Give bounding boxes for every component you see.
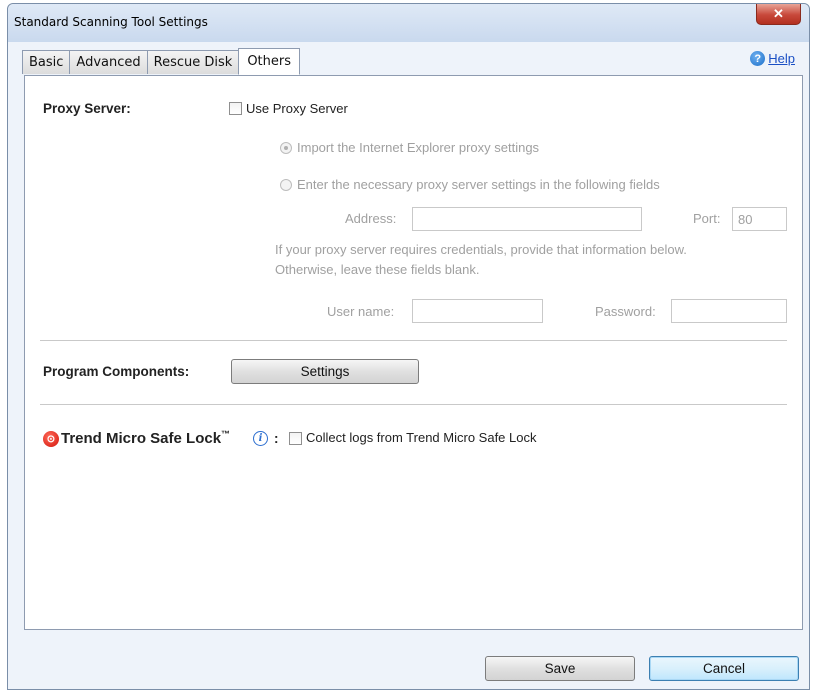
- use-proxy-checkbox[interactable]: [229, 102, 242, 115]
- username-field[interactable]: [412, 299, 543, 323]
- section-divider: [40, 404, 787, 405]
- others-tab-panel: Proxy Server: Use Proxy Server Import th…: [24, 75, 803, 630]
- password-label: Password:: [595, 304, 656, 319]
- info-icon[interactable]: i: [253, 431, 268, 446]
- settings-window: Standard Scanning Tool Settings ✕ Basic …: [7, 3, 810, 690]
- import-ie-label[interactable]: Import the Internet Explorer proxy setti…: [297, 140, 539, 155]
- port-field[interactable]: [732, 207, 787, 231]
- program-components-settings-button[interactable]: Settings: [231, 359, 419, 384]
- import-ie-radio[interactable]: [280, 142, 292, 154]
- use-proxy-label[interactable]: Use Proxy Server: [246, 101, 348, 116]
- close-button[interactable]: ✕: [756, 4, 801, 25]
- collect-logs-checkbox[interactable]: [289, 432, 302, 445]
- password-field[interactable]: [671, 299, 787, 323]
- help-link[interactable]: Help: [768, 51, 795, 66]
- tab-basic[interactable]: Basic: [22, 50, 70, 74]
- credentials-note-line1: If your proxy server requires credential…: [275, 242, 687, 257]
- manual-proxy-label[interactable]: Enter the necessary proxy server setting…: [297, 177, 660, 192]
- help-icon[interactable]: ?: [750, 51, 766, 66]
- tab-strip: Basic Advanced Rescue Disk Others: [22, 48, 300, 75]
- help-link-group[interactable]: ? Help: [750, 51, 795, 66]
- window-title: Standard Scanning Tool Settings: [14, 15, 208, 29]
- trend-micro-logo-icon: ⊙: [43, 431, 59, 447]
- address-label: Address:: [345, 211, 397, 226]
- tab-advanced[interactable]: Advanced: [69, 50, 147, 74]
- cancel-button[interactable]: Cancel: [649, 656, 799, 681]
- collect-logs-label[interactable]: Collect logs from Trend Micro Safe Lock: [306, 430, 536, 445]
- tab-rescue-disk[interactable]: Rescue Disk: [146, 50, 240, 74]
- manual-proxy-radio[interactable]: [280, 179, 292, 191]
- proxy-server-label: Proxy Server:: [43, 101, 131, 116]
- program-components-label: Program Components:: [43, 364, 190, 379]
- tab-others[interactable]: Others: [238, 48, 300, 75]
- credentials-note-line2: Otherwise, leave these fields blank.: [275, 262, 480, 277]
- username-label: User name:: [327, 304, 395, 319]
- address-field[interactable]: [412, 207, 642, 231]
- port-label: Port:: [693, 211, 721, 226]
- save-button[interactable]: Save: [485, 656, 635, 681]
- title-bar[interactable]: Standard Scanning Tool Settings ✕: [8, 4, 809, 42]
- close-icon: ✕: [773, 6, 784, 21]
- trademark-symbol: ™: [221, 429, 231, 439]
- safe-lock-colon: :: [274, 431, 279, 446]
- section-divider: [40, 340, 787, 341]
- safe-lock-label-text: Trend Micro Safe Lock: [61, 430, 222, 447]
- safe-lock-label: Trend Micro Safe Lock™: [61, 429, 230, 447]
